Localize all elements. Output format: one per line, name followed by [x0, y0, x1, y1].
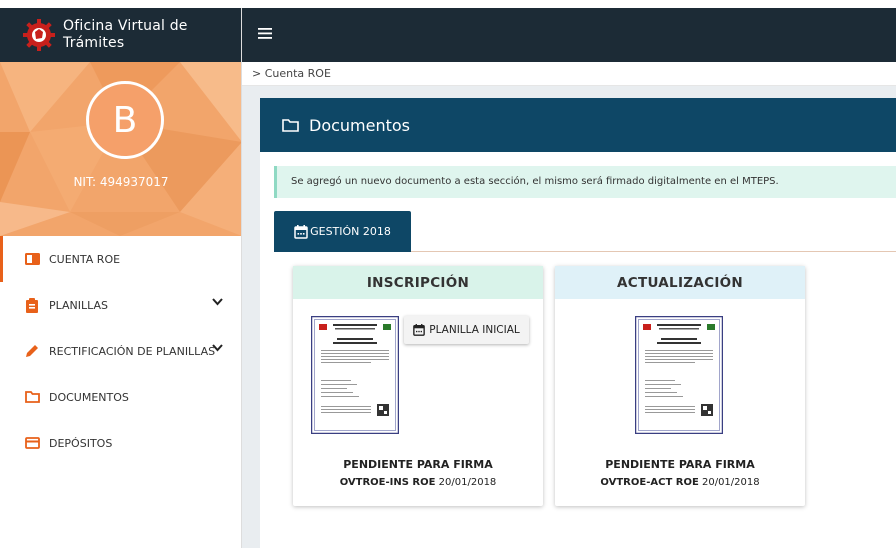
app-title-line2: Trámites: [63, 35, 125, 51]
card-status: PENDIENTE PARA FIRMA: [343, 458, 493, 471]
card-date: 20/01/2018: [438, 477, 497, 488]
tab-bar: GESTIÓN 2018: [274, 211, 896, 252]
sidebar-item-documentos[interactable]: DOCUMENTOS: [0, 374, 241, 420]
clipboard-icon: [24, 297, 40, 313]
top-bar: [242, 8, 896, 62]
calendar-icon: [413, 324, 426, 336]
card-date: 20/01/2018: [701, 477, 760, 488]
chevron-down-icon[interactable]: [212, 344, 223, 352]
chevron-down-icon[interactable]: [212, 298, 223, 306]
avatar: B: [86, 81, 164, 159]
planilla-inicial-button[interactable]: PLANILLA INICIAL: [404, 316, 529, 344]
pencil-icon: [24, 343, 40, 359]
sidebar-item-label: PLANILLAS: [49, 298, 109, 312]
sidebar-item-label: DEPÓSITOS: [49, 436, 113, 450]
card-code-id: OVTROE-ACT ROE: [600, 477, 699, 488]
app-title-line1: Oficina Virtual de: [63, 18, 188, 34]
card-code: OVTROE-INS ROE 20/01/2018: [293, 477, 543, 488]
credit-card-icon: [24, 435, 40, 451]
card-title: INSCRIPCIÓN: [293, 266, 543, 299]
app-title: Oficina Virtual de Trámites: [63, 18, 188, 52]
certificate-thumbnail[interactable]: [635, 316, 723, 434]
gear-logo-icon: [23, 19, 55, 51]
card-code: OVTROE-ACT ROE 20/01/2018: [555, 477, 805, 488]
sidebar-item-cuenta-roe[interactable]: CUENTA ROE: [0, 236, 241, 282]
panel-header: Documentos: [260, 98, 896, 152]
certificate-thumbnail[interactable]: [311, 316, 399, 434]
nit-label: NIT: 494937017: [73, 175, 169, 189]
sidebar-item-label: CUENTA ROE: [49, 252, 121, 266]
card-actualizacion: ACTUALIZACIÓN PENDIENTE PARA FIRMA OVTRO…: [555, 266, 805, 506]
card-inscripcion: INSCRIPCIÓN PLANILLA INICIAL PENDIENTE P…: [293, 266, 543, 506]
folder-icon: [282, 118, 299, 132]
documents-panel: Documentos Se agregó un nuevo documento …: [260, 98, 896, 558]
sidebar-menu: CUENTA ROE PLANILLAS RECTIFICACIÓN DE PL…: [0, 236, 241, 466]
profile-banner: B NIT: 494937017: [0, 62, 241, 236]
card-status: PENDIENTE PARA FIRMA: [605, 458, 755, 471]
card-title: ACTUALIZACIÓN: [555, 266, 805, 299]
sidebar: Oficina Virtual de Trámites B NIT: 49493…: [0, 8, 242, 548]
sidebar-item-planillas[interactable]: PLANILLAS: [0, 282, 241, 328]
card-code-id: OVTROE-INS ROE: [339, 477, 436, 488]
panel-title: Documentos: [309, 115, 411, 135]
tab-label: GESTIÓN 2018: [310, 225, 391, 238]
hamburger-menu-icon[interactable]: [258, 28, 272, 39]
main-content: Documentos Se agregó un nuevo documento …: [242, 86, 896, 558]
sidebar-item-label: RECTIFICACIÓN DE PLANILLAS: [49, 344, 216, 358]
sidebar-item-rectificacion[interactable]: RECTIFICACIÓN DE PLANILLAS: [0, 328, 241, 374]
folder-icon: [24, 389, 40, 405]
brand[interactable]: Oficina Virtual de Trámites: [0, 8, 241, 62]
breadcrumb[interactable]: > Cuenta ROE: [242, 62, 896, 86]
tab-gestion-2018[interactable]: GESTIÓN 2018: [274, 211, 411, 252]
calendar-icon: [294, 224, 308, 239]
sidebar-item-label: DOCUMENTOS: [49, 390, 129, 404]
sidebar-item-depositos[interactable]: DEPÓSITOS: [0, 420, 241, 466]
info-alert: Se agregó un nuevo documento a esta secc…: [274, 166, 896, 198]
planilla-inicial-label: PLANILLA INICIAL: [429, 324, 520, 336]
account-card-icon: [24, 251, 40, 267]
